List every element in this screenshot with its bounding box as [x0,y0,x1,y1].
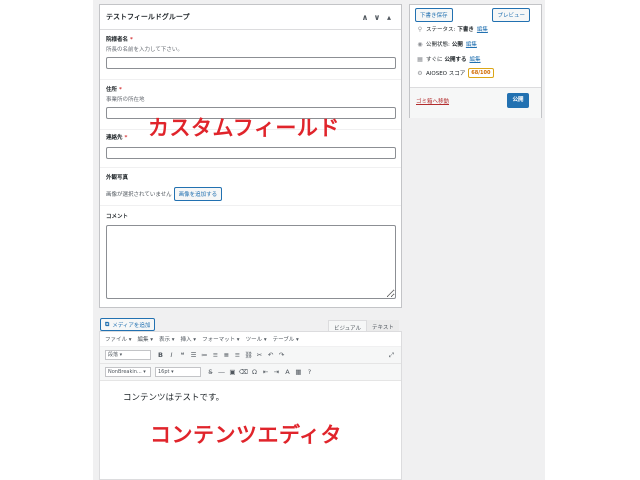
help-icon[interactable]: ? [304,368,315,376]
menu-insert[interactable]: 挿入 ▾ [181,335,197,343]
font-family-select[interactable]: NonBreakin... ▾ [105,367,151,377]
text-color-icon[interactable]: A [282,368,293,376]
no-image-text: 画像が選択されていません [106,192,172,198]
seo-score-badge[interactable]: 68/100 [468,68,494,78]
menu-table[interactable]: テーブル ▾ [273,335,299,343]
field-name: 院様者名 * 所長の名前を入力して下さい。 [106,35,396,69]
add-image-button[interactable]: 画像を追加する [173,187,223,201]
editor-content[interactable]: コンテンツはテストです。 [123,391,224,403]
menu-view[interactable]: 表示 ▾ [159,335,175,343]
field-contact-input[interactable] [106,147,396,159]
editor-toolbar-2: NonBreakin... ▾ 16pt ▾ S̶ ― ▣ ⌫ Ω ⇤ ⇥ A … [100,364,401,381]
publish-box: 下書き保存 プレビュー ⚲ ステータス: 下書き 編集 ◉ 公開状態: 公開 編… [409,4,542,118]
field-name-label: 院様者名 [106,37,129,43]
custom-field-group-title: テストフィールドグループ [106,13,190,21]
fullscreen-icon[interactable]: ⤢ [386,351,397,360]
publish-button[interactable]: 公開 [507,93,529,108]
numbered-list-icon[interactable]: ≔ [199,351,210,359]
menu-edit[interactable]: 編集 ▾ [138,335,154,343]
edit-status-link[interactable]: 編集 [477,25,488,33]
field-comment-label: コメント [106,214,129,220]
strikethrough-icon[interactable]: S̶ [205,368,216,376]
visibility-row: ◉ 公開状態: 公開 編集 [417,40,477,49]
field-comment-textarea[interactable] [106,225,396,299]
field-photo-label: 外観写真 [106,175,129,181]
horizontal-line-icon[interactable]: ― [216,368,227,376]
clear-format-icon[interactable]: ⌫ [238,368,249,376]
quote-icon[interactable]: ❝ [177,351,188,359]
field-comment: コメント [106,212,396,299]
menu-tools[interactable]: ツール ▾ [246,335,267,343]
outdent-icon[interactable]: ⇤ [260,368,271,376]
align-left-icon[interactable]: ≡ [210,351,221,359]
field-divider [100,205,401,206]
add-media-button[interactable]: ⧉ メディアを追加 [100,318,156,331]
save-draft-button[interactable]: 下書き保存 [415,8,453,22]
move-up-icon[interactable]: ∧ [359,13,371,22]
move-down-icon[interactable]: ∨ [371,13,383,22]
seo-gear-icon: ⚙ [417,69,423,77]
custom-field-group-header: テストフィールドグループ ∧ ∨ ▴ [100,5,401,30]
required-mark: * [124,135,128,141]
content-editor: ファイル ▾ 編集 ▾ 表示 ▾ 挿入 ▾ フォーマット ▾ ツール ▾ テーブ… [99,331,402,480]
editor-toolbar-1: 段落 ▾ B I ❝ ☰ ≔ ≡ ≣ ≡ ⛓ ✂ ↶ ↷ ⤢ [100,347,401,364]
required-mark: * [129,37,133,43]
content-editor-annotation: コンテンツエディタ [150,423,343,447]
media-icon: ⧉ [105,320,110,328]
custom-field-annotation: カスタムフィールド [148,116,340,140]
bullet-list-icon[interactable]: ☰ [188,351,199,359]
italic-icon[interactable]: I [166,351,177,359]
custom-field-group-box: テストフィールドグループ ∧ ∨ ▴ 院様者名 * 所長の名前を入力して下さい。… [99,4,402,308]
preview-button[interactable]: プレビュー [492,8,530,22]
redo-icon[interactable]: ↷ [276,351,287,359]
menu-file[interactable]: ファイル ▾ [105,335,132,343]
special-char-icon[interactable]: Ω [249,368,260,376]
paste-text-icon[interactable]: ▣ [227,368,238,376]
pin-icon: ⚲ [417,25,423,33]
format-select[interactable]: 段落 ▾ [105,350,151,360]
eye-icon: ◉ [417,40,423,48]
move-to-trash-link[interactable]: ゴミ箱へ移動 [416,97,449,105]
align-center-icon[interactable]: ≣ [221,351,232,359]
font-size-select[interactable]: 16pt ▾ [155,367,201,377]
menu-format[interactable]: フォーマット ▾ [202,335,240,343]
edit-visibility-link[interactable]: 編集 [466,40,477,48]
field-name-description: 所長の名前を入力して下さい。 [106,47,183,53]
indent-icon[interactable]: ⇥ [271,368,282,376]
link-icon[interactable]: ⛓ [243,351,254,359]
table-icon[interactable]: ▦ [293,368,304,376]
editor-menubar: ファイル ▾ 編集 ▾ 表示 ▾ 挿入 ▾ フォーマット ▾ ツール ▾ テーブ… [100,332,401,347]
field-name-input[interactable] [106,57,396,69]
bold-icon[interactable]: B [155,351,166,359]
field-photo: 外観写真 画像が選択されていません 画像を追加する [106,173,396,201]
calendar-icon: ▦ [417,55,423,63]
field-contact-label: 連絡先 [106,135,123,141]
required-mark: * [118,87,122,93]
undo-icon[interactable]: ↶ [265,351,276,359]
publish-footer: ゴミ箱へ移動 公開 [410,87,541,118]
schedule-row: ▦ すぐに 公開する 編集 [417,55,481,64]
seo-row: ⚙ AIOSEO スコア 68/100 [416,68,494,78]
field-address-description: 事業所の所在地 [106,97,145,103]
unlink-icon[interactable]: ✂ [254,351,265,359]
field-divider [100,167,401,168]
field-divider [100,79,401,80]
status-row: ⚲ ステータス: 下書き 編集 [417,25,488,34]
field-address-label: 住所 [106,87,118,93]
edit-schedule-link[interactable]: 編集 [470,55,481,63]
align-right-icon[interactable]: ≡ [232,351,243,359]
toggle-panel-icon[interactable]: ▴ [383,13,395,22]
